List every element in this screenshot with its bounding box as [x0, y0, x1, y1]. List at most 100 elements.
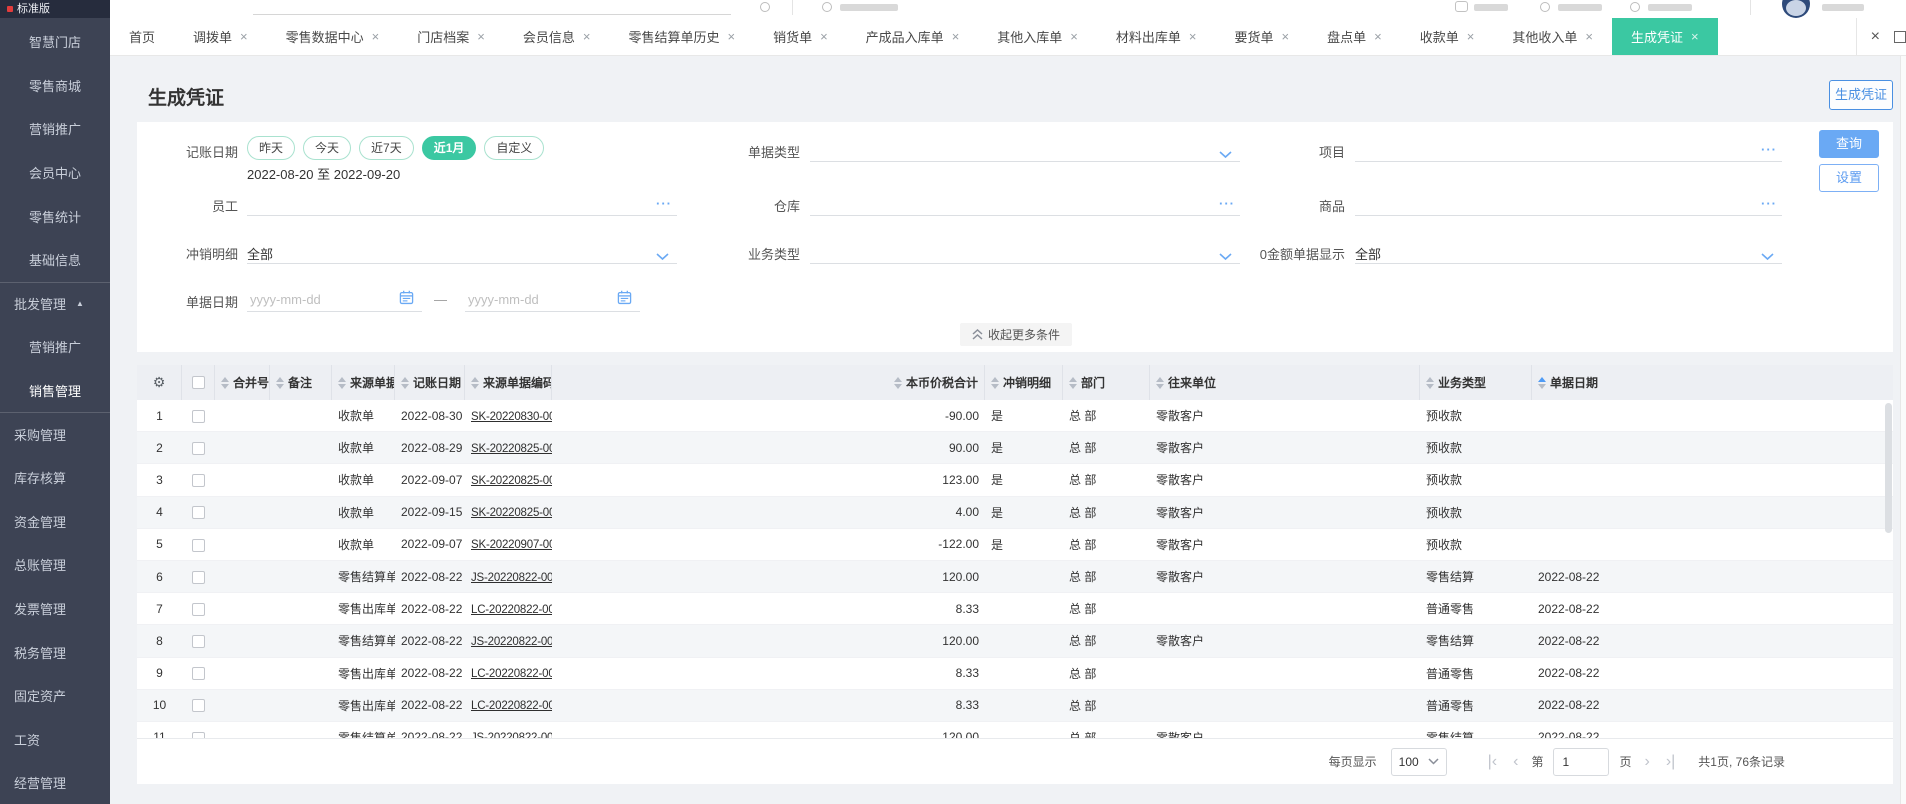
chevron-down-icon[interactable]	[1761, 248, 1774, 266]
sort-asc-icon[interactable]	[276, 376, 284, 382]
sidebar-item-营销推广[interactable]: 营销推广	[0, 325, 110, 369]
sort-arrows-icon[interactable]	[401, 376, 409, 389]
source-doc-code-link[interactable]: LC-20220822-003	[471, 668, 552, 680]
settings-button[interactable]: 设置	[1819, 164, 1879, 192]
goods-picker[interactable]	[1355, 192, 1782, 216]
sidebar-item-基础信息[interactable]: 基础信息	[0, 238, 110, 282]
table-row[interactable]: 3 收款单 2022-09-07 SK-20220825-001 123.00 是 总 部 零…	[137, 464, 1893, 497]
tab-生成凭证[interactable]: 生成凭证 ×	[1611, 18, 1718, 55]
column-header-备注[interactable]: 备注	[270, 365, 332, 400]
clear-search-icon[interactable]	[760, 2, 770, 12]
sort-asc-icon[interactable]	[893, 376, 902, 382]
last-page-button[interactable]: ›|	[1663, 753, 1678, 770]
source-doc-code-link[interactable]: SK-20220825-001	[471, 475, 552, 487]
tab-收款单[interactable]: 收款单 ×	[1401, 18, 1494, 55]
sort-desc-icon[interactable]	[1538, 383, 1546, 389]
chevron-down-icon[interactable]	[656, 248, 669, 266]
table-row[interactable]: 7 零售出库单 2022-08-22 LC-20220822-002 8.33 总 部 普通…	[137, 593, 1893, 626]
generate-voucher-button[interactable]: 生成凭证	[1829, 80, 1893, 110]
column-header-来源单据编码[interactable]: 来源单据编码	[465, 365, 552, 400]
close-all-tabs-button[interactable]: ×	[1871, 28, 1880, 46]
page-scrollbar[interactable]	[1900, 56, 1906, 804]
source-doc-code-link[interactable]: SK-20220825-001	[471, 507, 552, 519]
sidebar-item-零售商城[interactable]: 零售商城	[0, 64, 110, 108]
sort-desc-icon[interactable]	[1426, 383, 1434, 389]
source-doc-code-link[interactable]: SK-20220907-002	[471, 539, 552, 551]
goods-picker-dots[interactable]: ···	[1761, 196, 1777, 211]
sort-desc-icon[interactable]	[1156, 383, 1164, 389]
prev-page-button[interactable]: ‹	[1510, 753, 1521, 770]
close-tab-icon[interactable]: ×	[1585, 29, 1593, 44]
sort-desc-icon[interactable]	[338, 383, 346, 389]
tab-盘点单[interactable]: 盘点单 ×	[1308, 18, 1401, 55]
sidebar-item-经营管理[interactable]: 经营管理	[0, 761, 110, 804]
row-checkbox[interactable]	[192, 441, 205, 455]
next-page-button[interactable]: ›	[1641, 753, 1652, 770]
row-checkbox[interactable]	[192, 667, 205, 681]
sort-desc-icon[interactable]	[276, 383, 284, 389]
page-size-select[interactable]: 100	[1390, 747, 1447, 776]
expand-tabs-icon[interactable]	[1894, 30, 1906, 43]
close-tab-icon[interactable]: ×	[820, 29, 828, 44]
close-tab-icon[interactable]: ×	[952, 29, 960, 44]
collapse-more-filters-button[interactable]: 收起更多条件	[960, 323, 1073, 346]
source-doc-code-link[interactable]: JS-20220822-002	[471, 572, 552, 584]
chevron-down-icon[interactable]	[1219, 248, 1232, 266]
sort-asc-icon[interactable]	[471, 376, 479, 382]
row-checkbox[interactable]	[192, 538, 205, 552]
column-header-本币价税合计[interactable]: 本币价税合计	[552, 365, 985, 400]
tab-零售结算单历史[interactable]: 零售结算单历史 ×	[609, 18, 754, 55]
writeoff-detail-select[interactable]	[247, 240, 677, 264]
query-button[interactable]: 查询	[1819, 130, 1879, 158]
sort-desc-icon[interactable]	[471, 383, 479, 389]
sort-arrows-icon[interactable]	[338, 376, 346, 389]
sort-desc-icon[interactable]	[221, 383, 229, 389]
sidebar-item-批发管理[interactable]: 批发管理 ▲	[0, 281, 110, 326]
sidebar-item-资金管理[interactable]: 资金管理	[0, 500, 110, 544]
sidebar-item-总账管理[interactable]: 总账管理	[0, 543, 110, 587]
sidebar-item-营销推广[interactable]: 营销推广	[0, 107, 110, 151]
tab-材料出库单[interactable]: 材料出库单 ×	[1097, 18, 1216, 55]
employee-picker-dots[interactable]: ···	[656, 196, 672, 211]
close-tab-icon[interactable]: ×	[1189, 29, 1197, 44]
sidebar-item-智慧门店[interactable]: 智慧门店	[0, 20, 110, 64]
table-row[interactable]: 4 收款单 2022-09-15 SK-20220825-001 4.00 是 总 部 零散客…	[137, 496, 1893, 529]
sort-asc-icon[interactable]	[1069, 376, 1077, 382]
sort-arrows-icon[interactable]	[221, 376, 229, 389]
column-header-checkbox[interactable]	[182, 365, 215, 400]
chevron-down-icon[interactable]	[1219, 146, 1232, 164]
doc-date-end-underline[interactable]	[465, 288, 640, 312]
column-header-来源单据[interactable]: 来源单据	[332, 365, 395, 400]
close-tab-icon[interactable]: ×	[1374, 29, 1382, 44]
biz-type-select[interactable]	[810, 240, 1240, 264]
employee-picker[interactable]	[247, 192, 677, 216]
sort-desc-icon[interactable]	[401, 383, 409, 389]
zero-amount-select[interactable]	[1355, 240, 1782, 264]
date-preset-近7天[interactable]: 近7天	[359, 136, 414, 160]
date-preset-自定义[interactable]: 自定义	[484, 136, 545, 160]
close-tab-icon[interactable]: ×	[372, 29, 380, 44]
sidebar-item-零售统计[interactable]: 零售统计	[0, 194, 110, 238]
close-tab-icon[interactable]: ×	[727, 29, 735, 44]
source-doc-code-link[interactable]: SK-20220825-001	[471, 443, 552, 455]
sort-asc-icon[interactable]	[1426, 376, 1434, 382]
sidebar-item-库存核算[interactable]: 库存核算	[0, 456, 110, 500]
row-checkbox[interactable]	[192, 635, 205, 649]
column-header-冲销明细[interactable]: 冲销明细	[985, 365, 1063, 400]
close-tab-icon[interactable]: ×	[1070, 29, 1078, 44]
tab-会员信息[interactable]: 会员信息 ×	[504, 18, 610, 55]
doc-type-select[interactable]	[810, 138, 1240, 162]
sort-asc-icon[interactable]	[221, 376, 229, 382]
date-preset-昨天[interactable]: 昨天	[247, 136, 296, 160]
sort-arrows-icon[interactable]	[1538, 376, 1546, 389]
sort-arrows-icon[interactable]	[893, 376, 902, 389]
close-tab-icon[interactable]: ×	[1467, 29, 1475, 44]
sort-asc-icon[interactable]	[1538, 376, 1546, 382]
close-tab-icon[interactable]: ×	[583, 29, 591, 44]
close-tab-icon[interactable]: ×	[477, 29, 485, 44]
avatar[interactable]	[1782, 0, 1810, 18]
warehouse-picker[interactable]	[810, 192, 1240, 216]
date-preset-今天[interactable]: 今天	[303, 136, 352, 160]
tab-销货单[interactable]: 销货单 ×	[754, 18, 847, 55]
column-header-记账日期[interactable]: 记账日期	[395, 365, 465, 400]
